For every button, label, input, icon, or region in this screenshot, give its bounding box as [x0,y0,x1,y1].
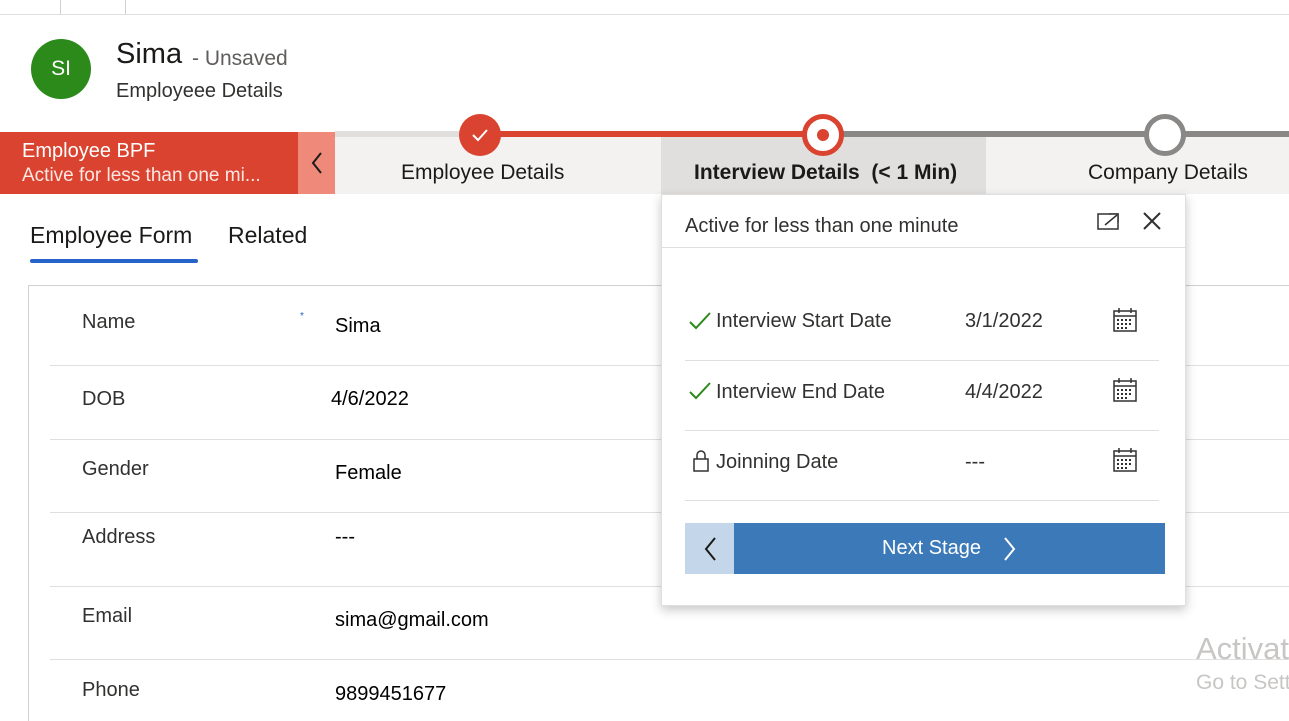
interview-start-date-field[interactable]: 3/1/2022 [965,310,1043,333]
name-label: Name [82,311,136,333]
flyout-header-divider [662,247,1187,248]
stage-flyout: Active for less than one minute Intervie… [661,194,1187,606]
joining-date-field[interactable]: --- [965,451,985,474]
dob-label: DOB [82,388,126,410]
row-divider [50,659,1289,660]
record-entity-name: Employeee Details [116,80,283,102]
joining-date-label: Joinning Date [716,451,839,473]
top-divider [125,0,126,14]
lock-icon [693,450,709,472]
chevron-left-icon [311,152,322,174]
tab-related[interactable]: Related [228,222,307,249]
check-icon [472,129,488,142]
close-flyout-button[interactable] [1138,207,1166,235]
address-field[interactable]: --- [335,526,355,549]
record-save-status: - Unsaved [192,47,288,70]
email-label: Email [82,605,133,627]
activation-watermark: Activate [1196,631,1289,666]
record-name: Sima [116,38,183,70]
email-field[interactable]: sima@gmail.com [335,609,489,632]
interview-end-date-field[interactable]: 4/4/2022 [965,381,1043,404]
avatar: SI [31,39,91,99]
pop-out-icon [1097,213,1119,230]
tab-employee-form[interactable]: Employee Form [30,222,192,249]
check-icon [689,312,711,330]
next-stage-button[interactable]: Next Stage [734,523,1165,574]
stage-employee-details-node[interactable] [459,114,501,156]
address-label: Address [82,526,156,548]
phone-label: Phone [82,679,140,701]
interview-end-date-label: Interview End Date [716,381,885,403]
stage-interview-details[interactable]: Interview Details (< 1 Min) [694,161,957,185]
gender-field[interactable]: Female [335,462,402,485]
previous-stage-button[interactable] [685,523,734,574]
top-divider [60,0,61,14]
active-dot-icon [817,129,829,141]
required-indicator: * [300,311,304,322]
dob-field[interactable]: 4/6/2022 [331,388,409,411]
chevron-right-icon [1004,536,1016,561]
check-icon [689,382,711,400]
activation-watermark-sub: Go to Settings [1196,671,1289,694]
next-stage-label: Next Stage [882,537,981,559]
dock-flyout-button[interactable] [1094,207,1122,235]
flyout-title: Active for less than one minute [685,215,959,237]
process-line-completed [470,131,825,137]
name-field[interactable]: Sima [335,315,381,338]
process-status: Active for less than one mi... [22,165,261,186]
step-divider [685,500,1159,501]
gender-label: Gender [82,458,149,480]
close-icon [1143,212,1161,230]
collapse-process-button[interactable] [298,132,335,194]
stage-company-details-node[interactable] [1144,114,1186,156]
top-strip [0,0,1289,15]
process-name: Employee BPF [22,140,156,162]
phone-field[interactable]: 9899451677 [335,683,446,706]
calendar-icon[interactable] [1112,377,1138,403]
stage-company-details[interactable]: Company Details [1088,161,1248,185]
interview-start-date-label: Interview Start Date [716,310,892,332]
step-divider [685,430,1159,431]
stage-interview-details-node[interactable] [802,114,844,156]
selected-tab-indicator [30,259,198,263]
step-divider [685,360,1159,361]
stage-employee-details[interactable]: Employee Details [401,161,564,185]
chevron-left-icon [704,536,716,561]
calendar-icon[interactable] [1112,307,1138,333]
process-line-pending [825,131,1289,137]
process-line-start [335,131,465,137]
calendar-icon[interactable] [1112,447,1138,473]
process-flyout-button[interactable]: Employee BPF Active for less than one mi… [0,132,298,194]
